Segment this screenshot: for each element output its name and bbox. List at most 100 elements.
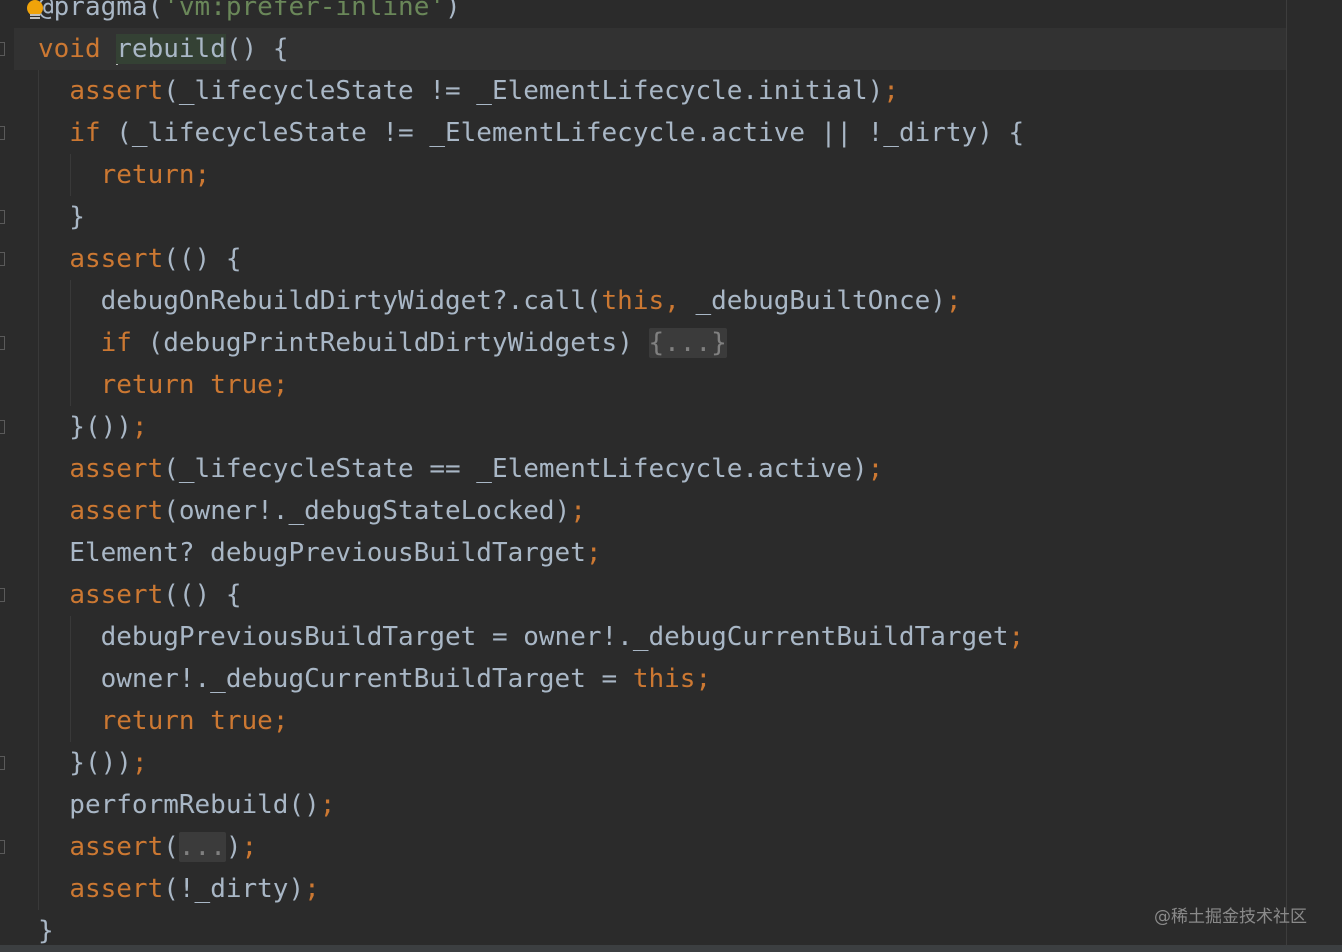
code-line[interactable]: @pragma('vm:prefer-inline') [38, 0, 461, 28]
code-token: Element? debugPreviousBuildTarget [38, 538, 586, 568]
code-token: (() { [163, 244, 242, 274]
code-line[interactable]: }()); [38, 406, 148, 448]
code-token: this [601, 286, 665, 316]
code-token: debugOnRebuildDirtyWidget?.call( [38, 286, 602, 316]
code-token: return true; [100, 706, 289, 736]
code-token: owner!._debugCurrentBuildTarget = [38, 664, 633, 694]
code-token: ) [445, 0, 461, 22]
code-line[interactable]: debugPreviousBuildTarget = owner!._debug… [38, 616, 1025, 658]
code-token: assert [69, 454, 164, 484]
code-token: ; [585, 538, 602, 568]
code-token: ; [131, 412, 148, 442]
code-token: (() { [163, 580, 242, 610]
code-token: () { [225, 34, 289, 64]
code-line[interactable]: return true; [38, 364, 289, 406]
code-line[interactable]: } [38, 196, 85, 238]
right-margin-guide [1286, 0, 1287, 952]
fold-marker[interactable] [0, 756, 5, 770]
code-token: assert [69, 496, 164, 526]
fold-marker[interactable] [0, 126, 5, 140]
code-token: rebuild [116, 34, 226, 64]
fold-marker[interactable] [0, 420, 5, 434]
code-token: ; [883, 76, 899, 106]
code-token: return true; [100, 370, 289, 400]
code-token: ; [304, 874, 320, 904]
lightbulb-icon[interactable] [24, 0, 46, 22]
fold-marker[interactable] [0, 336, 5, 350]
code-editor[interactable]: @pragma('vm:prefer-inline') void rebuild(… [0, 0, 1342, 952]
code-token: assert [69, 832, 164, 862]
code-token: 'vm:prefer-inline' [163, 0, 445, 22]
code-line[interactable]: assert(_lifecycleState != _ElementLifecy… [38, 70, 899, 112]
code-line[interactable]: return; [38, 154, 211, 196]
code-token: assert [69, 76, 164, 106]
fold-marker[interactable] [0, 210, 5, 224]
code-line[interactable]: assert(() { [38, 238, 242, 280]
code-line[interactable]: assert(...); [38, 826, 257, 868]
code-token: ; [131, 748, 148, 778]
code-token: assert [69, 244, 164, 274]
code-token: ( [163, 832, 179, 862]
folded-region[interactable]: ... [178, 832, 226, 862]
code-line[interactable]: }()); [38, 742, 148, 784]
code-token: (_lifecycleState == _ElementLifecycle.ac… [163, 454, 868, 484]
code-token: } [38, 916, 54, 946]
code-line[interactable]: Element? debugPreviousBuildTarget; [38, 532, 602, 574]
fold-marker[interactable] [0, 252, 5, 266]
code-line[interactable]: void rebuild() { [38, 28, 288, 70]
code-token: (owner!._debugStateLocked) [163, 496, 571, 526]
code-token: _debugBuiltOnce) [695, 286, 946, 316]
code-token: this; [632, 664, 712, 694]
code-token: (!_dirty) [163, 874, 305, 904]
code-token: ; [945, 286, 962, 316]
code-token: }()) [38, 748, 132, 778]
code-token: ; [867, 454, 884, 484]
horizontal-scrollbar[interactable] [0, 945, 1342, 952]
code-line[interactable]: debugOnRebuildDirtyWidget?.call(this, _d… [38, 280, 962, 322]
fold-marker[interactable] [0, 42, 5, 56]
code-token: ; [319, 790, 336, 820]
code-token: return; [100, 160, 211, 190]
code-token: assert [69, 580, 164, 610]
folded-region[interactable]: {...} [648, 328, 727, 358]
code-line[interactable]: return true; [38, 700, 289, 742]
code-token: assert [69, 874, 164, 904]
code-token: }()) [38, 412, 132, 442]
code-line[interactable]: assert(owner!._debugStateLocked); [38, 490, 586, 532]
gutter[interactable] [0, 0, 14, 952]
code-token: } [38, 202, 85, 232]
code-line[interactable]: assert(_lifecycleState == _ElementLifecy… [38, 448, 883, 490]
code-token: , [664, 286, 696, 316]
code-token: (debugPrintRebuildDirtyWidgets) [131, 328, 649, 358]
code-token: @pragma( [38, 0, 164, 22]
code-token: if [69, 118, 101, 148]
code-line[interactable]: assert(() { [38, 574, 242, 616]
code-token: ; [1008, 622, 1025, 652]
code-line[interactable]: performRebuild(); [38, 784, 335, 826]
code-token: performRebuild() [38, 790, 320, 820]
code-token: (_lifecycleState != _ElementLifecycle.ac… [100, 118, 1025, 148]
code-line[interactable]: owner!._debugCurrentBuildTarget = this; [38, 658, 712, 700]
code-line[interactable]: assert(!_dirty); [38, 868, 320, 910]
fold-marker[interactable] [0, 588, 5, 602]
code-line[interactable]: if (_lifecycleState != _ElementLifecycle… [38, 112, 1024, 154]
watermark: @稀土掘金技术社区 [1154, 907, 1307, 927]
code-token: debugPreviousBuildTarget = owner!._debug… [38, 622, 1009, 652]
fold-marker[interactable] [0, 840, 5, 854]
code-token: ; [570, 496, 586, 526]
code-token: ) [225, 832, 242, 862]
code-token: ; [241, 832, 258, 862]
code-line[interactable]: if (debugPrintRebuildDirtyWidgets) {...} [38, 322, 727, 364]
